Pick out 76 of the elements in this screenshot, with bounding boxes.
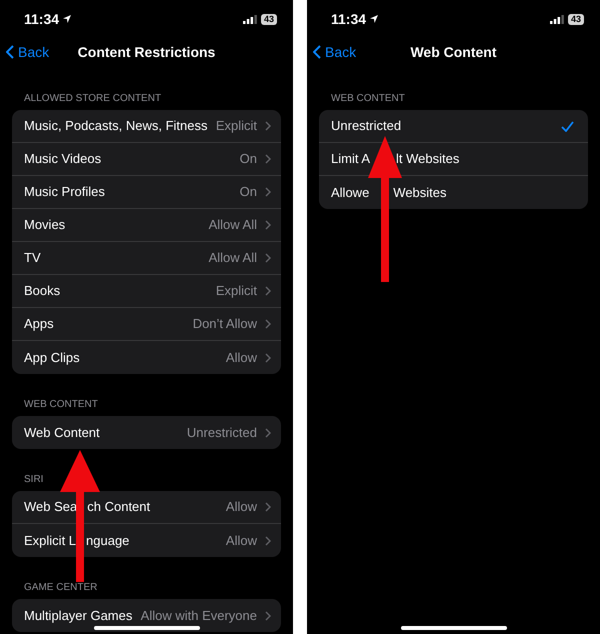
chevron-icon xyxy=(265,187,271,197)
row-value: Don’t Allow xyxy=(192,315,257,334)
signal-icon xyxy=(242,14,257,24)
section-header: ALLOWED STORE CONTENT xyxy=(23,92,162,106)
section-header: WEB CONTENT xyxy=(23,398,99,412)
chevron-icon xyxy=(265,154,271,164)
row-label: Websites xyxy=(393,184,447,202)
row-label: Music, Podcasts, News, Fitness xyxy=(24,117,208,136)
chevron-icon xyxy=(265,319,271,329)
back-chevron-icon xyxy=(6,45,14,59)
nav-title: Web Content xyxy=(410,42,497,62)
settings-row[interactable]: Web Content Unrestricted xyxy=(12,416,281,449)
row-label: Explicit L xyxy=(24,532,76,550)
row-label: Movies xyxy=(24,216,66,234)
row-value: Allow with Everyone xyxy=(140,606,257,625)
back-chevron-icon xyxy=(313,45,321,59)
row-label: Web Content xyxy=(24,424,100,442)
row-value: On xyxy=(240,183,257,202)
row-label: Unrestricted xyxy=(331,117,402,136)
row-label: Books xyxy=(24,282,60,300)
nav-title: Content Restrictions xyxy=(78,42,216,62)
chevron-icon xyxy=(265,253,271,263)
row-value: Explicit xyxy=(216,282,257,300)
row-value: Allow xyxy=(226,532,257,550)
settings-row[interactable]: Music Videos On xyxy=(12,143,281,176)
chevron-icon xyxy=(265,121,271,131)
battery-indicator: 43 xyxy=(260,14,277,24)
settings-row[interactable]: Movies Allow All xyxy=(12,209,281,242)
choice-row[interactable]: Allowe Websites xyxy=(319,176,588,209)
chevron-icon xyxy=(265,502,271,512)
back-button[interactable]: Back xyxy=(313,42,356,62)
status-time: 11:34 xyxy=(331,10,366,28)
settings-row[interactable]: App Clips Allow xyxy=(12,341,281,374)
section-header: WEB CONTENT xyxy=(330,92,406,106)
row-value: Allow xyxy=(226,348,257,367)
row-label: lt Websites xyxy=(396,150,460,168)
location-icon xyxy=(369,14,380,24)
settings-row[interactable]: Music Profiles On xyxy=(12,176,281,209)
row-label: Music Profiles xyxy=(24,183,105,202)
row-label: Apps xyxy=(24,315,54,334)
chevron-icon xyxy=(265,610,271,620)
row-value: On xyxy=(240,150,257,168)
chevron-icon xyxy=(265,536,271,546)
row-label: Multiplayer Games xyxy=(24,606,132,625)
signal-icon xyxy=(550,14,564,24)
chevron-icon xyxy=(265,286,271,296)
row-value: Allow All xyxy=(208,216,257,234)
choice-row[interactable]: Unrestricted xyxy=(319,110,588,143)
row-label: Web Sea xyxy=(24,498,78,516)
row-value: Allow All xyxy=(208,249,257,268)
location-icon xyxy=(62,14,72,24)
settings-row[interactable]: Multiplayer Games Allow with Everyone xyxy=(12,599,281,632)
checkmark-icon xyxy=(561,120,574,132)
settings-row[interactable]: TV Allow All xyxy=(12,242,281,275)
row-value: Allow xyxy=(226,498,257,516)
row-label: App Clips xyxy=(24,348,80,367)
row-value: Unrestricted xyxy=(186,424,257,442)
row-label: ch Content xyxy=(87,498,150,516)
row-label: Allowe xyxy=(331,184,370,202)
settings-row[interactable]: Books Explicit xyxy=(12,275,281,308)
settings-row[interactable]: Explicit L nguage Allow xyxy=(12,524,281,557)
chevron-icon xyxy=(265,352,271,362)
battery-indicator: 43 xyxy=(568,14,584,24)
row-label: Music Videos xyxy=(24,150,102,168)
row-label: Limit A xyxy=(331,150,370,168)
back-button[interactable]: Back xyxy=(6,42,50,62)
row-label: TV xyxy=(24,249,41,268)
section-header: SIRI xyxy=(23,473,44,487)
chevron-icon xyxy=(265,428,271,438)
settings-row[interactable]: Music, Podcasts, News, Fitness Explicit xyxy=(12,110,281,143)
chevron-icon xyxy=(265,220,271,230)
row-label: nguage xyxy=(86,532,130,550)
row-value: Explicit xyxy=(216,117,257,136)
section-header: GAME CENTER xyxy=(23,581,98,595)
settings-row[interactable]: Apps Don’t Allow xyxy=(12,308,281,341)
status-time: 11:34 xyxy=(24,10,60,28)
